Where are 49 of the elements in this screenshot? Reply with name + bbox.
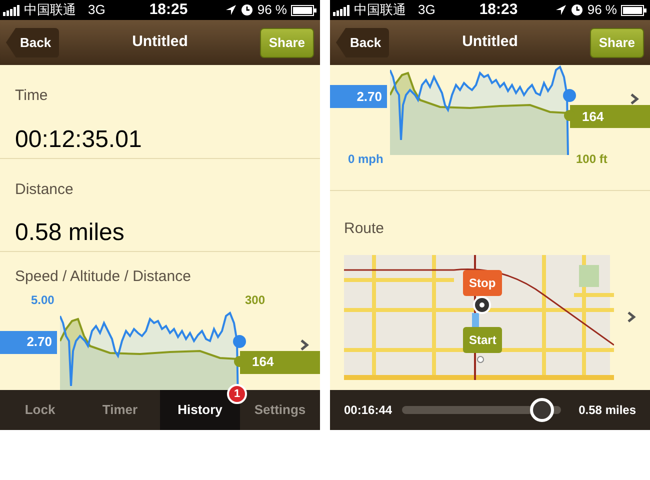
- start-point-marker-icon: [477, 356, 484, 362]
- screen-title: Untitled: [462, 32, 518, 52]
- carrier-name: 中国联通: [354, 1, 406, 20]
- progress-slider[interactable]: [402, 398, 561, 422]
- stat-value: 00:12:35.01: [15, 124, 143, 154]
- section-label: Route: [344, 219, 386, 239]
- speed-reading: 2.70: [330, 85, 387, 108]
- chevron-right-icon: [300, 338, 309, 350]
- speed-reading: 2.70: [0, 330, 57, 354]
- battery-percent: 96 %: [257, 1, 287, 20]
- share-button[interactable]: Share: [590, 28, 644, 58]
- share-button[interactable]: Share: [260, 28, 314, 58]
- status-time: 18:25: [149, 0, 188, 20]
- location-arrow-icon: [555, 4, 568, 16]
- tab[interactable]: Lock: [0, 390, 80, 430]
- stop-pin[interactable]: Stop: [463, 270, 502, 296]
- altitude-min-label: 100 ft: [576, 151, 608, 168]
- section-label: Speed / Altitude / Distance: [14, 267, 192, 287]
- status-time: 18:23: [479, 0, 518, 20]
- battery-icon: [291, 4, 317, 16]
- elapsed-time: 00:16:44: [344, 402, 392, 419]
- clock-icon: [571, 4, 584, 16]
- slider-thumb[interactable]: [530, 398, 554, 422]
- section-label: Distance: [15, 180, 74, 200]
- altitude-reading: 164: [570, 105, 650, 128]
- network-type: 3G: [418, 1, 436, 20]
- signal-icon: [3, 4, 20, 16]
- chevron-right-icon: [627, 311, 636, 323]
- battery-percent: 96 %: [587, 1, 617, 20]
- location-arrow-icon: [225, 4, 238, 16]
- section-label: Time: [15, 86, 49, 106]
- speed-min-label: 0 mph: [348, 151, 384, 168]
- tab[interactable]: Timer: [80, 390, 160, 430]
- chevron-right-icon: [630, 93, 639, 105]
- end-point-marker-icon: [473, 296, 491, 314]
- clock-icon: [241, 4, 254, 16]
- speed-max-label: 5.00: [31, 292, 54, 308]
- network-type: 3G: [88, 1, 106, 20]
- back-button[interactable]: Back: [6, 28, 60, 58]
- altitude-max-label: 300: [245, 292, 266, 308]
- altitude-reading: 164: [240, 350, 320, 374]
- signal-icon: [333, 4, 350, 16]
- back-button[interactable]: Back: [336, 28, 390, 58]
- start-pin[interactable]: Start: [463, 326, 502, 352]
- screen-title: Untitled: [132, 32, 188, 52]
- stat-value: 0.58 miles: [15, 218, 126, 248]
- distance-reading: 0.58 miles: [578, 402, 636, 419]
- battery-icon: [621, 4, 647, 16]
- carrier-name: 中国联通: [24, 1, 76, 20]
